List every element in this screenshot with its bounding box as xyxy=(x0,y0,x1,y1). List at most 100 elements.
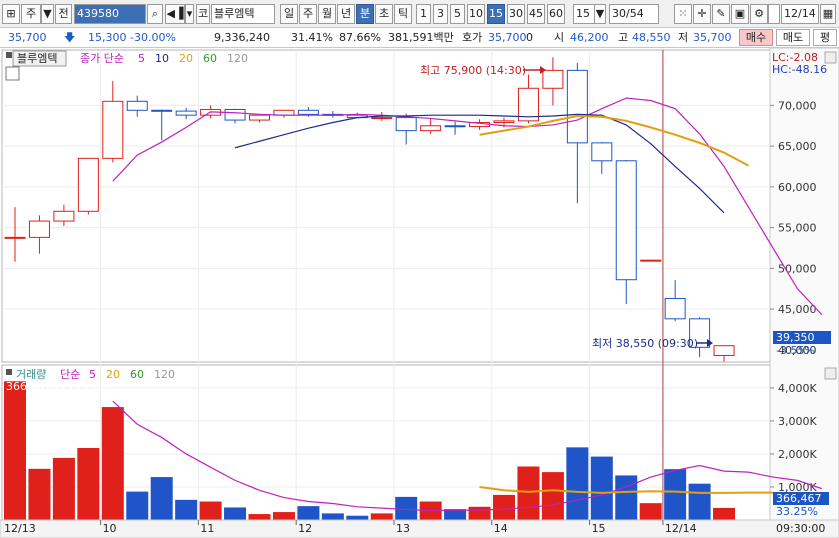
volume-bar[interactable] xyxy=(224,507,247,520)
sell-button[interactable]: 매도 xyxy=(776,29,810,46)
cross-icon[interactable]: ✛ xyxy=(693,4,711,24)
candle-body[interactable] xyxy=(371,117,393,120)
volume-bar[interactable] xyxy=(175,499,198,520)
candle-body[interactable] xyxy=(664,297,686,320)
volume-bar[interactable] xyxy=(688,483,711,520)
speaker-dropdown-icon[interactable]: ▾ xyxy=(185,4,194,24)
candle-body[interactable] xyxy=(28,220,50,238)
x-axis-tick-label: 12 xyxy=(298,522,312,535)
volume-bar[interactable] xyxy=(248,514,271,520)
candle-body[interactable] xyxy=(175,110,197,116)
code-input[interactable]: 439580 xyxy=(74,4,146,24)
period-tab-1[interactable]: 주 xyxy=(299,4,317,24)
candle-body[interactable] xyxy=(615,160,637,281)
volume-bar[interactable] xyxy=(713,507,736,520)
speaker-icon[interactable]: ◀▐ xyxy=(165,4,185,24)
scroll-up-icon[interactable] xyxy=(824,51,837,64)
volume-bar[interactable] xyxy=(639,503,662,520)
interval-60[interactable]: 60 xyxy=(547,4,565,24)
settings-icon[interactable]: ⚙ xyxy=(750,4,768,24)
volume-bar[interactable] xyxy=(4,381,26,520)
volume-bar[interactable] xyxy=(297,506,320,520)
volume-bar[interactable] xyxy=(664,469,687,520)
volume-bar[interactable] xyxy=(321,513,344,520)
candle-body[interactable] xyxy=(493,120,515,124)
volume-bar[interactable] xyxy=(517,466,540,520)
volume-scroll-icon[interactable] xyxy=(824,367,837,380)
candle-body[interactable] xyxy=(542,69,564,89)
calendar-icon[interactable]: ▦ xyxy=(820,4,836,24)
buy-button[interactable]: 매수 xyxy=(739,29,773,46)
menu-icon[interactable]: ⊞ xyxy=(2,4,20,24)
candle-body[interactable] xyxy=(4,236,26,239)
period-tab-6[interactable]: 틱 xyxy=(394,4,412,24)
interval-15[interactable]: 15 xyxy=(487,4,505,24)
volume-bar[interactable] xyxy=(77,448,100,520)
grid-toggle-icon[interactable] xyxy=(5,66,20,81)
draw-icon[interactable]: ✎ xyxy=(712,4,730,24)
volume-bar[interactable] xyxy=(615,475,638,520)
period-tab-4[interactable]: 분 xyxy=(356,4,374,24)
candle-body[interactable] xyxy=(444,125,466,128)
interval-10[interactable]: 10 xyxy=(467,4,485,24)
interval-dropdown-icon[interactable]: ▼ xyxy=(594,4,606,24)
interval-5[interactable]: 5 xyxy=(450,4,465,24)
market-dropdown-icon[interactable]: ▼ xyxy=(41,4,54,24)
volume-bar[interactable] xyxy=(272,512,295,520)
candle-body[interactable] xyxy=(640,259,662,262)
volume-bar[interactable] xyxy=(493,494,515,520)
candle-body[interactable] xyxy=(53,210,75,222)
volume-bar[interactable] xyxy=(199,501,222,520)
legend-ma-120: 120 xyxy=(227,52,248,65)
current-volume-label: 366,467 xyxy=(776,492,822,505)
type-button[interactable]: 전 xyxy=(55,4,72,24)
candle-body[interactable] xyxy=(713,345,735,356)
average-button[interactable]: 평 xyxy=(813,29,837,46)
candle-body[interactable] xyxy=(224,108,246,121)
candle-body[interactable] xyxy=(566,69,588,144)
page-counter[interactable]: 30/54 xyxy=(609,4,659,24)
low-price: 35,700 xyxy=(693,31,732,44)
candle-body[interactable] xyxy=(297,109,319,115)
volume-bar[interactable] xyxy=(52,457,75,520)
volume-bar[interactable] xyxy=(566,447,589,520)
interval-1[interactable]: 1 xyxy=(416,4,431,24)
volume-bar[interactable] xyxy=(541,472,564,520)
volume-bar[interactable] xyxy=(468,506,491,520)
candle-body[interactable] xyxy=(151,109,173,112)
stock-name-field[interactable]: 블루엠텍 xyxy=(211,4,275,24)
period-tab-5[interactable]: 초 xyxy=(375,4,393,24)
chart-area[interactable]: 45,00050,00055,00060,00065,00070,00040,0… xyxy=(0,48,839,538)
candle-body[interactable] xyxy=(249,114,270,121)
candle-body[interactable] xyxy=(420,125,442,132)
market-select[interactable]: 주 xyxy=(21,4,41,24)
interval-45[interactable]: 45 xyxy=(527,4,545,24)
volume-bar[interactable] xyxy=(28,468,51,520)
candle-body[interactable] xyxy=(102,100,124,159)
candle-body[interactable] xyxy=(126,100,148,111)
exchange-label: 코 xyxy=(196,4,210,24)
volume-bar[interactable] xyxy=(126,491,149,520)
volume-bar[interactable] xyxy=(370,513,393,520)
candle-body[interactable] xyxy=(395,117,417,132)
interval-30[interactable]: 30 xyxy=(507,4,525,24)
grid-icon[interactable]: ⁙ xyxy=(674,4,692,24)
interval-value-field[interactable]: 15 xyxy=(573,4,595,24)
period-tab-2[interactable]: 월 xyxy=(318,4,336,24)
volume-bar[interactable] xyxy=(346,515,369,520)
volume-bar[interactable] xyxy=(590,456,613,520)
volume-bar[interactable] xyxy=(150,477,173,520)
period-tab-3[interactable]: 년 xyxy=(337,4,355,24)
search-icon[interactable]: ⌕ xyxy=(147,4,163,24)
x-axis-tick-label: 13 xyxy=(396,522,410,535)
x-axis-bar xyxy=(0,519,839,538)
candle-body[interactable] xyxy=(591,142,613,162)
save-icon[interactable]: ▣ xyxy=(731,4,749,24)
volume-bar[interactable] xyxy=(101,407,124,520)
price-tick-label: 55,000 xyxy=(778,222,817,235)
date-checkbox[interactable] xyxy=(768,4,780,24)
interval-3[interactable]: 3 xyxy=(433,4,448,24)
candle-body[interactable] xyxy=(77,157,99,212)
period-tab-0[interactable]: 일 xyxy=(280,4,298,24)
date-field[interactable]: 12/14 xyxy=(781,4,819,24)
